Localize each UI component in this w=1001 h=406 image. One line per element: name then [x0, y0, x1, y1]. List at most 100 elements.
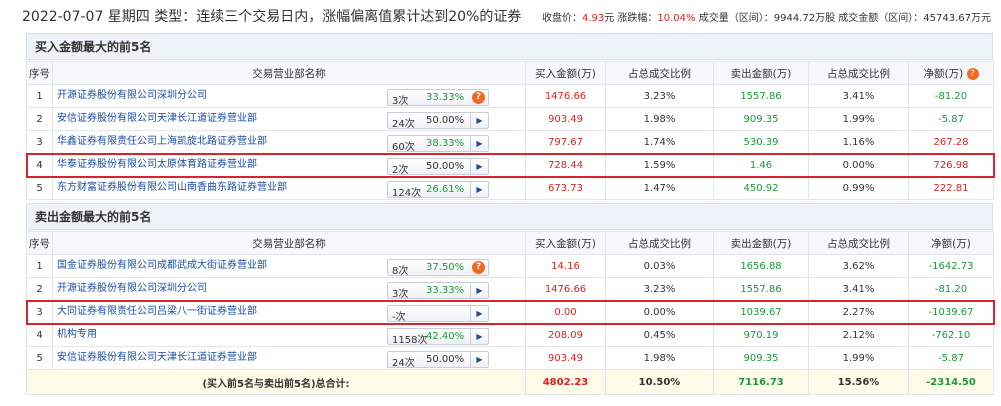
amount-label: 成交金额（区间）：	[838, 13, 924, 24]
question-icon[interactable]: ?	[966, 67, 979, 80]
sell-amount: 1557.86	[713, 277, 809, 301]
page-title: 2022-07-07 星期四 类型：连续三个交易日内，涨幅偏离值累计达到20%的…	[22, 9, 522, 25]
triangle-right-icon[interactable]: ▶	[470, 159, 488, 175]
buy-ratio: 0.03%	[605, 254, 714, 278]
buy-ratio: 3.23%	[605, 84, 714, 108]
col-buy[interactable]: 买入金额(万)	[525, 61, 606, 85]
seq-cell: 2	[26, 277, 53, 301]
table-row: 5 安信证券股份有限公司天津长江道证券营业部 24次 50.00% ▶ 903.49 1.9…	[26, 346, 994, 370]
trade-count: 3次	[392, 289, 409, 301]
stat-dropdown[interactable]: 24次 50.00% ▶	[387, 112, 489, 131]
header-bar: 2022-07-07 星期四 类型：连续三个交易日内，涨幅偏离值累计达到20%的…	[0, 0, 1001, 30]
stat-dropdown[interactable]: 124次 26.61% ▶	[387, 181, 489, 200]
table-row: 3 华鑫证券有限责任公司上海凯旋北路证券营业部 60次 38.33% ▶ 797.67 1.…	[26, 130, 994, 154]
net-amount: -5.87	[908, 107, 994, 131]
question-icon[interactable]: ?	[472, 91, 485, 105]
change-value: 10.04%	[657, 13, 696, 24]
table-row: 2 安信证券股份有限公司天津长江道证券营业部 24次 50.00% ▶ 903.49 1.9…	[26, 107, 994, 131]
stat-dropdown[interactable]: 1158次 42.40% ▶	[387, 328, 489, 346]
org-name-link[interactable]: 安信证券股份有限公司天津长江道证券营业部	[57, 348, 387, 363]
sell-ratio: 0.99%	[808, 176, 909, 200]
col-buy[interactable]: 买入金额(万)	[525, 231, 606, 255]
sell-amount: 1039.67	[713, 300, 809, 324]
sell-amount: 1656.88	[713, 254, 809, 278]
table-row: 3 大同证券有限责任公司吕梁八一街证券营业部 -次 ▶ 0.00 0.00% 1039.67…	[25, 299, 995, 325]
org-name-link[interactable]: 东方财富证券股份有限公司山南香曲东路证券营业部	[57, 178, 387, 193]
col-sell-ratio[interactable]: 占总成交比例	[808, 231, 909, 255]
net-amount: -1039.67	[908, 300, 994, 324]
trade-count: 24次	[392, 119, 415, 131]
seq-cell: 1	[26, 254, 53, 278]
stock-stats: 收盘价：4.93元 涨跌幅：10.04% 成交量（区间）：9944.72万股 成…	[542, 9, 991, 24]
org-name-link[interactable]: 机构专用	[57, 325, 387, 340]
sell-ratio: 2.27%	[808, 300, 909, 324]
stat-dropdown[interactable]: 60次 38.33% ▶	[387, 135, 489, 153]
col-sell[interactable]: 卖出金额(万)	[713, 61, 809, 85]
col-sell-ratio[interactable]: 占总成交比例	[808, 61, 909, 85]
org-name-link[interactable]: 开源证券股份有限公司深圳分公司	[57, 279, 387, 294]
stat-dropdown[interactable]: 2次 50.00% ▶	[387, 158, 489, 176]
triangle-right-icon[interactable]: ▶	[470, 306, 488, 322]
trade-count: 3次	[392, 96, 409, 108]
stat-dropdown[interactable]: 24次 50.00% ▶	[387, 351, 489, 370]
org-cell: 大同证券有限责任公司吕梁八一街证券营业部 -次 ▶	[52, 300, 526, 324]
col-sell[interactable]: 卖出金额(万)	[713, 231, 809, 255]
close-label: 收盘价：	[541, 13, 582, 24]
buy-ratio: 0.45%	[605, 323, 714, 347]
org-cell: 华鑫证券有限责任公司上海凯旋北路证券营业部 60次 38.33% ▶	[52, 130, 526, 154]
buy-ratio: 1.59%	[605, 153, 714, 177]
triangle-right-icon[interactable]: ▶	[470, 283, 488, 299]
sell-amount: 909.35	[713, 346, 809, 370]
seq-cell: 4	[26, 153, 53, 177]
org-name-link[interactable]: 国金证券股份有限公司成都武成大街证券营业部	[57, 256, 387, 271]
buy-section-title: 买入金额最大的前5名	[26, 33, 993, 60]
col-buy-ratio[interactable]: 占总成交比例	[605, 231, 714, 255]
triangle-right-icon[interactable]: ▶	[470, 182, 488, 198]
seq-cell: 5	[26, 346, 53, 370]
col-net[interactable]: 净额(万) ?	[908, 61, 994, 85]
total-buy: 4802.23	[525, 369, 606, 395]
net-amount: 267.28	[908, 130, 994, 154]
org-name-link[interactable]: 开源证券股份有限公司深圳分公司	[57, 86, 387, 101]
triangle-right-icon[interactable]: ▶	[470, 329, 488, 345]
sell-amount: 1.46	[713, 153, 809, 177]
sell-amount: 909.35	[713, 107, 809, 131]
triangle-right-icon[interactable]: ▶	[470, 352, 488, 368]
seq-cell: 5	[26, 176, 53, 200]
trade-count: 24次	[392, 358, 415, 370]
org-name-link[interactable]: 大同证券有限责任公司吕梁八一街证券营业部	[57, 302, 387, 317]
sell-section-title: 卖出金额最大的前5名	[26, 203, 993, 230]
buy-amount: 1476.66	[525, 84, 606, 108]
question-icon[interactable]: ?	[472, 261, 485, 275]
buy-amount: 0.00	[525, 300, 606, 324]
change-label: 涨跌幅：	[617, 13, 658, 24]
total-buy-ratio: 10.50%	[605, 369, 714, 395]
buy-ratio: 1.74%	[605, 130, 714, 154]
sell-ratio: 0.00%	[808, 153, 909, 177]
total-row: (买入前5名与卖出前5名)总合计: 4802.23 10.50% 7116.73…	[26, 369, 994, 395]
stat-dropdown[interactable]: 8次 37.50%?	[387, 259, 489, 277]
buy-table-body: 1 开源证券股份有限公司深圳分公司 3次 33.33%? 1476.66 3.23% 155…	[25, 84, 995, 200]
sell-ratio: 1.99%	[808, 107, 909, 131]
org-name-link[interactable]: 华鑫证券有限责任公司上海凯旋北路证券营业部	[57, 132, 387, 147]
buy-amount: 1476.66	[525, 277, 606, 301]
sell-amount: 450.92	[713, 176, 809, 200]
org-cell: 安信证券股份有限公司天津长江道证券营业部 24次 50.00% ▶	[52, 346, 526, 370]
col-buy-ratio[interactable]: 占总成交比例	[605, 61, 714, 85]
triangle-right-icon[interactable]: ▶	[470, 136, 488, 152]
total-sell: 7116.73	[713, 369, 809, 395]
stat-dropdown[interactable]: -次 ▶	[387, 305, 489, 323]
stat-dropdown[interactable]: 3次 33.33% ▶	[387, 282, 489, 301]
col-org: 交易营业部名称	[52, 61, 526, 85]
buy-amount: 208.09	[525, 323, 606, 347]
org-name-link[interactable]: 安信证券股份有限公司天津长江道证券营业部	[57, 109, 387, 124]
seq-cell: 2	[26, 107, 53, 131]
sell-table-header: 序号 交易营业部名称 买入金额(万) 占总成交比例 卖出金额(万) 占总成交比例…	[26, 231, 994, 255]
trade-count: 124次	[392, 188, 422, 200]
org-name-link[interactable]: 华泰证券股份有限公司太原体育路证券营业部	[57, 155, 387, 170]
table-row: 4 华泰证券股份有限公司太原体育路证券营业部 2次 50.00% ▶ 728.44 1.59…	[25, 152, 995, 178]
stat-dropdown[interactable]: 3次 33.33%?	[387, 89, 489, 108]
col-net[interactable]: 净额(万)	[908, 231, 994, 255]
triangle-right-icon[interactable]: ▶	[470, 113, 488, 129]
net-amount: -5.87	[908, 346, 994, 370]
